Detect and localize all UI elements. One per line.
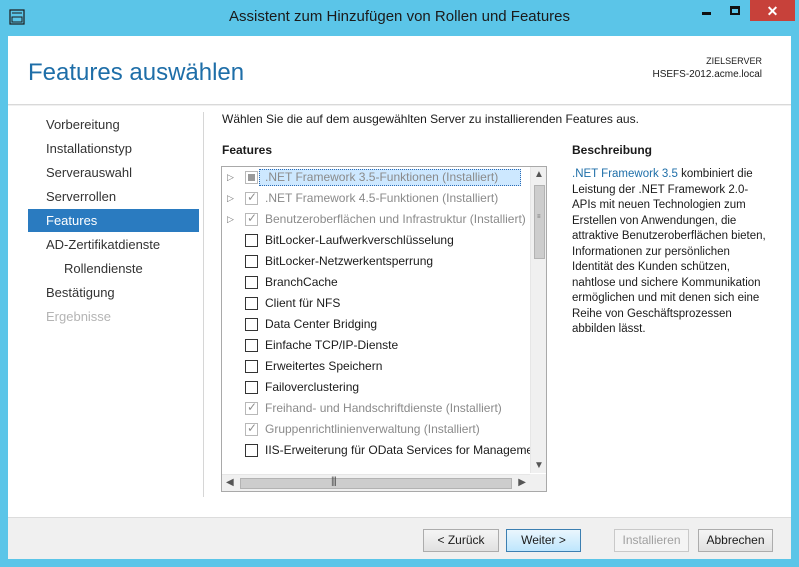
feature-row[interactable]: ▷ .NET Framework 3.5-Funktionen (Installi…: [222, 167, 530, 188]
feature-label: BranchCache: [265, 275, 338, 289]
maximize-icon: [730, 6, 740, 15]
feature-row[interactable]: Einfache TCP/IP-Dienste: [222, 335, 530, 356]
vertical-scrollbar[interactable]: ▲ ≡ ▼: [530, 167, 546, 473]
feature-row[interactable]: ▷ Benutzeroberflächen und Infrastruktur (…: [222, 209, 530, 230]
arrow-down-icon[interactable]: ▼: [534, 460, 544, 471]
nav-item-ad-zertifikatdienste[interactable]: AD-Zertifikatdienste: [28, 233, 199, 256]
horizontal-scroll-thumb[interactable]: |||: [240, 476, 512, 489]
scrollbar-corner: [530, 474, 546, 491]
nav-item-vorbereitung[interactable]: Vorbereitung: [28, 113, 199, 136]
feature-label: Freihand- und Handschriftdienste (Instal…: [265, 401, 502, 415]
wizard-footer: < Zurück Weiter > Installieren Abbrechen: [8, 517, 791, 559]
title-bar: Assistent zum Hinzufügen von Rollen und …: [0, 0, 799, 36]
feature-label: Gruppenrichtlinienverwaltung (Installier…: [265, 422, 480, 436]
feature-row[interactable]: BranchCache: [222, 272, 530, 293]
vertical-scroll-thumb[interactable]: ≡: [534, 185, 545, 259]
wizard-window: Features auswählen ZIELSERVER HSEFS-2012…: [8, 36, 791, 559]
nav-divider: [203, 112, 204, 497]
feature-label: BitLocker-Netzwerkentsperrung: [265, 254, 434, 268]
feature-label: Data Center Bridging: [265, 317, 378, 331]
nav-item-serverrollen[interactable]: Serverrollen: [28, 185, 199, 208]
feature-checkbox[interactable]: [245, 276, 258, 289]
feature-row[interactable]: Erweitertes Speichern: [222, 356, 530, 377]
feature-label: Failoverclustering: [265, 380, 360, 394]
feature-checkbox[interactable]: [245, 339, 258, 352]
window-title: Assistent zum Hinzufügen von Rollen und …: [228, 8, 570, 25]
feature-label: Einfache TCP/IP-Dienste: [265, 338, 399, 352]
close-icon: ✕: [766, 2, 779, 19]
target-server-label: ZIELSERVER: [706, 56, 762, 66]
arrow-right-icon[interactable]: ▶: [518, 477, 526, 488]
arrow-up-icon[interactable]: ▲: [534, 169, 544, 180]
install-button[interactable]: Installieren: [614, 529, 689, 552]
feature-checkbox[interactable]: [245, 234, 258, 247]
horizontal-scrollbar[interactable]: ◀ ||| ▶: [222, 474, 530, 491]
features-list: ▷ .NET Framework 3.5-Funktionen (Installi…: [222, 167, 530, 473]
triangle-right-icon[interactable]: ▷: [227, 214, 234, 225]
feature-row[interactable]: Failoverclustering: [222, 377, 530, 398]
feature-label: Erweitertes Speichern: [265, 359, 383, 373]
feature-checkbox[interactable]: [245, 255, 258, 268]
maximize-button[interactable]: [721, 0, 749, 21]
feature-checkbox[interactable]: [245, 360, 258, 373]
grip-icon: ≡: [537, 214, 541, 220]
feature-row[interactable]: Client für NFS: [222, 293, 530, 314]
description-body: kombiniert die Leistung der .NET Framewo…: [572, 168, 766, 335]
close-button[interactable]: ✕: [750, 0, 795, 21]
feature-row[interactable]: BitLocker-Netzwerkentsperrung: [222, 251, 530, 272]
feature-label: Benutzeroberflächen und Infrastruktur (I…: [265, 212, 526, 226]
feature-checkbox[interactable]: [245, 444, 258, 457]
nav-item-serverauswahl[interactable]: Serverauswahl: [28, 161, 199, 184]
nav-item-installationstyp[interactable]: Installationstyp: [28, 137, 199, 160]
cancel-button[interactable]: Abbrechen: [698, 529, 773, 552]
feature-checkbox[interactable]: [245, 421, 258, 436]
feature-row[interactable]: Gruppenrichtlinienverwaltung (Installier…: [222, 419, 530, 440]
feature-row[interactable]: IIS-Erweiterung für OData Services for M…: [222, 440, 530, 461]
description-link[interactable]: .NET Framework 3.5: [572, 168, 678, 180]
minimize-button[interactable]: [692, 0, 720, 21]
target-server-name: HSEFS-2012.acme.local: [652, 69, 763, 80]
wizard-content: Vorbereitung Installationstyp Serverauswah…: [8, 106, 791, 517]
arrow-left-icon[interactable]: ◀: [226, 477, 234, 488]
feature-checkbox[interactable]: [245, 297, 258, 310]
feature-checkbox[interactable]: [245, 318, 258, 331]
nav-item-ergebnisse: Ergebnisse: [46, 309, 112, 324]
feature-checkbox[interactable]: [245, 211, 258, 226]
description-text: .NET Framework 3.5 kombiniert die Leistu…: [572, 167, 772, 338]
feature-checkbox[interactable]: [245, 171, 258, 184]
feature-label: .NET Framework 3.5-Funktionen (Installie…: [265, 170, 499, 184]
page-title: Features auswählen: [28, 59, 245, 86]
back-button[interactable]: < Zurück: [423, 529, 499, 552]
minimize-icon: [701, 12, 711, 15]
feature-checkbox[interactable]: [245, 400, 258, 415]
triangle-right-icon[interactable]: ▷: [227, 172, 234, 183]
feature-checkbox[interactable]: [245, 190, 258, 205]
feature-checkbox[interactable]: [245, 381, 258, 394]
nav-item-rollendienste[interactable]: Rollendienste: [28, 257, 199, 280]
feature-label: Client für NFS: [265, 296, 341, 310]
feature-row[interactable]: Data Center Bridging: [222, 314, 530, 335]
triangle-right-icon[interactable]: ▷: [227, 193, 234, 204]
feature-row[interactable]: Freihand- und Handschriftdienste (Instal…: [222, 398, 530, 419]
instruction-text: Wählen Sie die auf dem ausgewählten Serv…: [222, 112, 639, 126]
feature-row[interactable]: ▷ .NET Framework 4.5-Funktionen (Installi…: [222, 188, 530, 209]
nav-item-bestätigung[interactable]: Bestätigung: [28, 281, 199, 304]
feature-label: BitLocker-Laufwerkverschlüsselung: [265, 233, 454, 247]
feature-row[interactable]: BitLocker-Laufwerkverschlüsselung: [222, 230, 530, 251]
description-heading: Beschreibung: [572, 143, 653, 157]
features-heading: Features: [222, 143, 273, 157]
features-tree[interactable]: ▷ .NET Framework 3.5-Funktionen (Installi…: [221, 166, 547, 492]
next-button[interactable]: Weiter >: [506, 529, 581, 552]
grip-icon: |||: [331, 476, 337, 487]
nav-item-features[interactable]: Features: [28, 209, 199, 232]
feature-label: .NET Framework 4.5-Funktionen (Installie…: [265, 191, 499, 205]
wizard-header: Features auswählen ZIELSERVER HSEFS-2012…: [8, 36, 791, 105]
feature-label: IIS-Erweiterung für OData Services for M…: [265, 443, 530, 457]
